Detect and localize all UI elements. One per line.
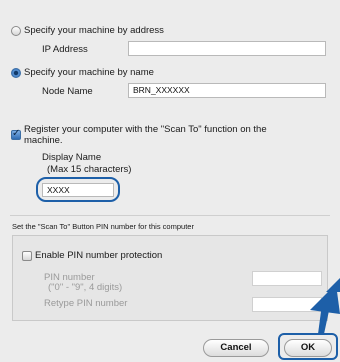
enable-pin-checkbox[interactable] — [22, 251, 32, 261]
pin-number-hint: ("0" - "9", 4 digits) — [48, 282, 123, 293]
node-name-field[interactable]: BRN_XXXXXX — [128, 83, 326, 98]
retype-pin-label: Retype PIN number — [44, 298, 128, 309]
enable-pin-label[interactable]: Enable PIN number protection — [35, 250, 162, 261]
section-divider — [10, 215, 330, 216]
ip-address-label: IP Address — [42, 44, 88, 55]
register-label-line1[interactable]: Register your computer with the "Scan To… — [24, 124, 267, 135]
name-option-label[interactable]: Specify your machine by name — [24, 67, 154, 78]
node-name-label: Node Name — [42, 86, 93, 97]
pin-section-heading: Set the "Scan To" Button PIN number for … — [12, 222, 194, 231]
address-option-label[interactable]: Specify your machine by address — [24, 25, 164, 36]
display-name-hint: (Max 15 characters) — [47, 164, 132, 175]
display-name-callout — [36, 177, 120, 202]
address-radio[interactable] — [11, 26, 21, 36]
display-name-label: Display Name — [42, 152, 102, 163]
ok-button-callout — [278, 333, 338, 360]
cancel-button[interactable]: Cancel — [203, 339, 269, 357]
name-radio[interactable] — [11, 68, 21, 78]
ip-address-field[interactable] — [128, 41, 326, 56]
register-label-line2[interactable]: machine. — [24, 135, 63, 146]
register-checkbox[interactable] — [11, 128, 21, 140]
pointer-arrow-icon — [310, 278, 340, 334]
